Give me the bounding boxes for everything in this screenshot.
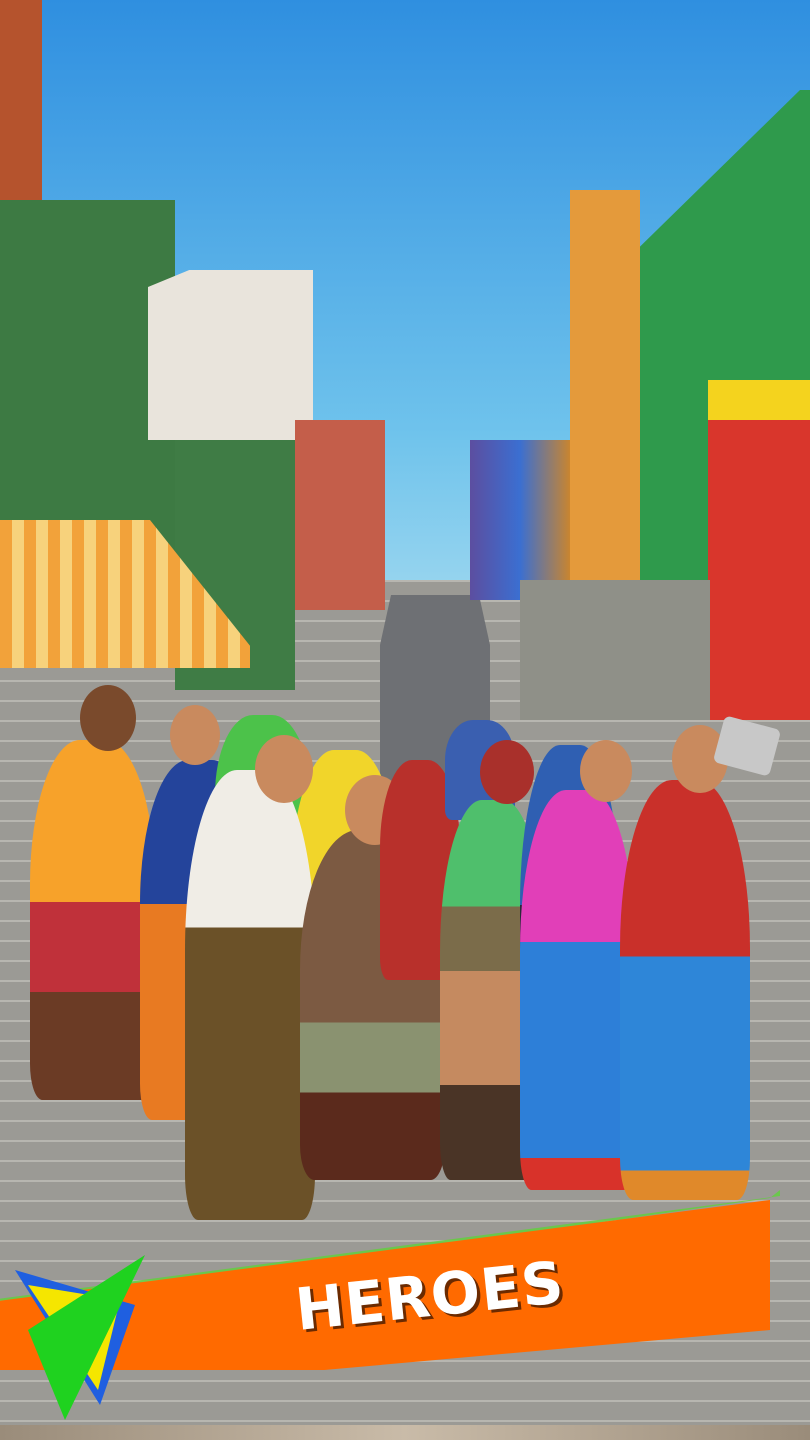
hero-soccer-player — [30, 740, 155, 1100]
hero-head — [80, 685, 136, 751]
hero-head — [580, 740, 632, 802]
hero-pink-shirt — [520, 790, 635, 1190]
right-wall — [520, 580, 710, 720]
left-building-white — [148, 270, 313, 440]
right-building-orange — [570, 190, 640, 610]
hero-head — [170, 705, 220, 765]
bottom-strip — [0, 1425, 810, 1440]
hero-red-vest — [620, 780, 750, 1200]
left-building-far — [295, 420, 385, 610]
hero-white-shirt — [185, 770, 315, 1220]
right-building-brick — [708, 380, 810, 720]
right-buildings-far — [470, 440, 570, 600]
triangle-logo-icon — [15, 1255, 145, 1420]
hero-head — [480, 740, 534, 804]
hero-head — [255, 735, 313, 803]
